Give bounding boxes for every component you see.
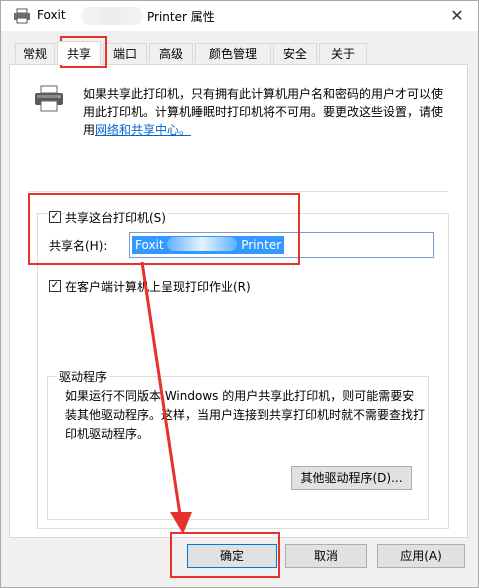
tab-sharing[interactable]: 共享 xyxy=(57,41,101,65)
annotation-arrow xyxy=(140,261,192,534)
arrow-head xyxy=(170,512,192,534)
arrow-line xyxy=(140,261,182,516)
